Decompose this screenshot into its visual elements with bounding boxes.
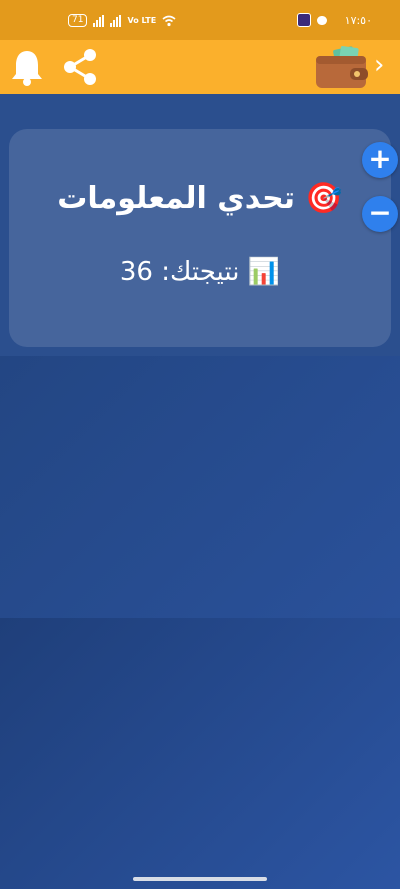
app-toolbar: ›	[0, 40, 400, 94]
status-bar: 71 Vo LTE ١٧:٥٠	[0, 0, 400, 40]
wallet-icon[interactable]	[314, 46, 370, 90]
zoom-in-button[interactable]: +	[362, 142, 398, 178]
status-left: 71 Vo LTE	[68, 14, 176, 27]
content-panel-middle	[0, 356, 400, 618]
app-notification-icon	[296, 13, 311, 27]
chevron-right-icon[interactable]: ›	[374, 52, 384, 78]
signal-icon-2	[110, 14, 122, 27]
quiz-card: 🎯 تحدي المعلومات 📊 نتيجتك: 36	[9, 129, 391, 347]
status-right: ١٧:٥٠	[296, 13, 372, 27]
chat-notification-icon	[316, 15, 327, 25]
home-indicator[interactable]	[133, 877, 267, 881]
clock: ١٧:٥٠	[344, 13, 372, 27]
signal-icon	[93, 14, 105, 27]
wifi-icon	[162, 15, 176, 26]
zoom-out-button[interactable]: −	[362, 196, 398, 232]
battery-indicator: 71	[68, 14, 88, 27]
network-label: Vo LTE	[127, 16, 157, 25]
share-icon[interactable]	[60, 47, 100, 87]
content-panel-bottom	[0, 618, 400, 889]
score-label: 📊 نتيجتك: 36	[119, 257, 281, 287]
bell-icon[interactable]	[10, 48, 44, 86]
quiz-title: 🎯 تحدي المعلومات	[57, 181, 343, 216]
